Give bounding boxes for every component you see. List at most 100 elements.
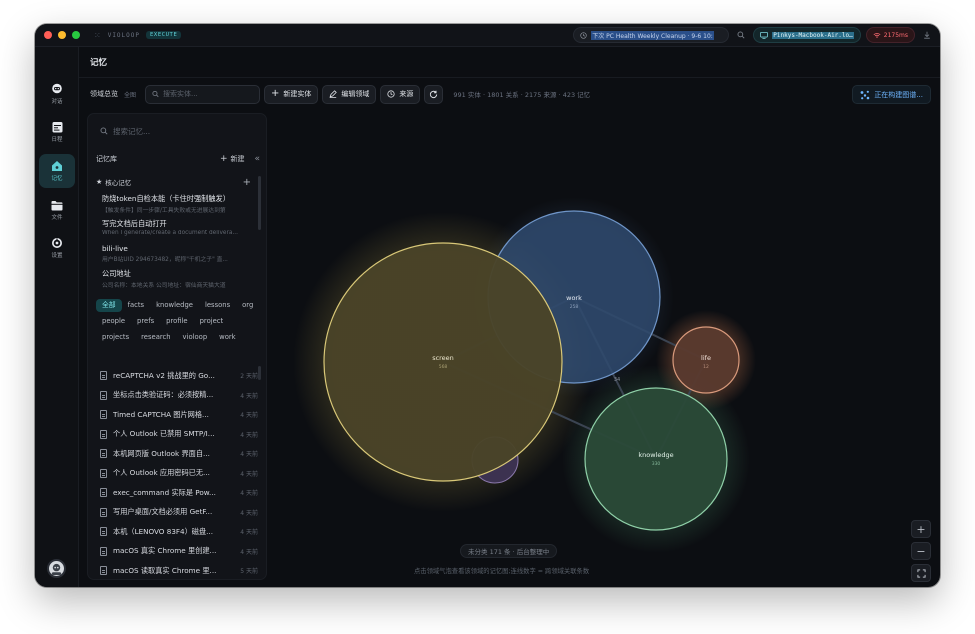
tag-prefs[interactable]: prefs: [131, 315, 160, 328]
rail-label-files: 文件: [51, 215, 63, 221]
close-window-button[interactable]: [44, 31, 52, 39]
tag-work[interactable]: work: [213, 331, 241, 344]
document-icon: [100, 488, 107, 498]
zoom-out-button[interactable]: −: [911, 542, 931, 560]
memory-title: 坐标点击类验证码：必须按精...: [113, 390, 214, 400]
tag-facts[interactable]: facts: [122, 299, 151, 312]
memory-title: 本机（LENOVO 83F4）磁盘...: [113, 526, 214, 536]
search-icon: [152, 90, 159, 98]
list-item[interactable]: 本机（LENOVO 83F4）磁盘... 4 天前: [100, 522, 258, 542]
star-icon: ★: [96, 178, 103, 186]
collapse-panel-icon[interactable]: «: [254, 154, 260, 164]
domain-overview-label: 领域总览: [90, 90, 118, 98]
new-memory-label: 新建: [230, 155, 245, 163]
tag-research[interactable]: research: [135, 331, 176, 344]
list-item[interactable]: reCAPTCHA v2 挑战里的 Go... 2 天前: [100, 366, 258, 386]
core-memory-title-text: 写完文档后自动打开: [102, 219, 167, 228]
list-item[interactable]: 写用户桌面/文档必须用 GetF... 4 天前: [100, 503, 258, 523]
memory-time: 4 天前: [240, 548, 258, 556]
core-memory-item[interactable]: 写完文档后自动打开 When I generate/create a docum…: [102, 219, 250, 244]
memory-title: 本机网页版 Outlook 界面自...: [113, 448, 210, 458]
search-icon[interactable]: [734, 28, 748, 42]
user-avatar[interactable]: [47, 559, 66, 578]
memory-time: 4 天前: [240, 470, 258, 478]
list-item[interactable]: 个人 Outlook 应用密码已无... 4 天前: [100, 464, 258, 484]
file-list-scrollbar[interactable]: [258, 366, 261, 380]
core-memory-title-text: 公司地址: [102, 269, 131, 278]
tag-people[interactable]: people: [96, 315, 131, 328]
memory-time: 2 天前: [240, 373, 258, 381]
rail-item-memory[interactable]: 记忆: [39, 154, 75, 188]
plus-icon: +: [916, 522, 926, 536]
building-graph-label: 正在构建图谱...: [874, 90, 923, 99]
node-count-life: 12: [703, 364, 709, 370]
uncategorized-status: 未分类 171 条 · 后台整理中: [460, 544, 558, 558]
list-item[interactable]: 坐标点击类验证码：必须按精... 4 天前: [100, 386, 258, 406]
core-memory-snippet: 【触发条件】同一步骤/工具失败或无进展达到第: [102, 208, 226, 214]
memory-search-input[interactable]: [113, 126, 243, 136]
new-memory-button[interactable]: + 新建: [220, 154, 245, 164]
list-item[interactable]: 个人 Outlook 已禁用 SMTP/I... 4 天前: [100, 425, 258, 445]
building-graph-button[interactable]: 正在构建图谱...: [852, 85, 931, 104]
memory-title: 写用户桌面/文档必须用 GetF...: [113, 507, 213, 517]
domain-graph-svg[interactable]: 34 work 258 screen 568 life 12 knowledge…: [271, 112, 940, 587]
memory-search-box[interactable]: [96, 122, 260, 140]
document-icon: [100, 566, 107, 576]
list-item[interactable]: Timed CAPTCHA 图片网格... 4 天前: [100, 405, 258, 425]
brand-name: VIOLOOP: [107, 31, 140, 39]
core-list-scrollbar[interactable]: [258, 176, 261, 230]
core-memory-snippet: 用户B站UID 294673482，昵称"千机之子" 直...: [102, 257, 228, 263]
domain-bubble-knowledge[interactable]: [584, 387, 728, 531]
refresh-button[interactable]: [424, 84, 444, 104]
rail-item-settings[interactable]: 设置: [39, 231, 75, 265]
scope-label[interactable]: 全图: [124, 90, 136, 99]
core-memory-item[interactable]: 防烧token自检本能（卡住时强制触发） 【触发条件】同一步骤/工具失败或无进展…: [102, 194, 250, 219]
source-button[interactable]: 来源: [380, 84, 421, 104]
list-item[interactable]: exec_command 实际是 Pow... 4 天前: [100, 483, 258, 503]
rail-item-files[interactable]: 文件: [39, 193, 75, 227]
download-icon[interactable]: [920, 28, 934, 42]
list-item[interactable]: macOS 真实 Chrome 里创建... 4 天前: [100, 542, 258, 562]
minimize-window-button[interactable]: [58, 31, 66, 39]
node-label-screen: screen: [432, 354, 454, 362]
rail-item-calendar[interactable]: 日程: [39, 115, 75, 149]
execute-badge: EXECUTE: [146, 31, 182, 39]
rail-item-chat[interactable]: 对话: [39, 77, 75, 111]
latency-pill[interactable]: 2175ms: [865, 27, 915, 43]
new-entity-button[interactable]: + 新建实体: [264, 84, 319, 104]
grip-icon: ⁙: [94, 30, 102, 40]
tag-org[interactable]: org: [236, 299, 259, 312]
core-memory-item[interactable]: bili-live 用户B站UID 294673482，昵称"千机之子" 直..…: [102, 244, 250, 269]
tag-all[interactable]: 全部: [96, 299, 122, 312]
zoom-in-button[interactable]: +: [911, 520, 931, 538]
entity-search-box[interactable]: [145, 84, 261, 104]
maximize-window-button[interactable]: [72, 31, 80, 39]
domain-bubble-screen[interactable]: [323, 242, 563, 482]
tag-lessons[interactable]: lessons: [199, 299, 236, 312]
list-item[interactable]: macOS 读取真实 Chrome 里... 5 天前: [100, 561, 258, 579]
tag-profile[interactable]: profile: [160, 315, 193, 328]
edit-domain-button[interactable]: 编辑领域: [322, 84, 377, 104]
tag-knowledge[interactable]: knowledge: [150, 299, 199, 312]
node-label-work: work: [566, 294, 582, 302]
page-title: 记忆: [90, 58, 108, 68]
fit-view-button[interactable]: [911, 564, 931, 582]
edge-count-label: 34: [614, 377, 620, 383]
entity-search-input[interactable]: [163, 90, 254, 98]
scheduled-task-pill[interactable]: 下次 PC Health Weekly Cleanup · 9-6 10:: [573, 27, 730, 43]
settings-icon: [51, 237, 63, 249]
core-memory-snippet: 公司名称：本地关系 公司地址：宿仙商天猫大道: [102, 283, 226, 289]
rail-label-settings: 设置: [51, 253, 63, 259]
core-memory-item[interactable]: 公司地址 公司名称：本地关系 公司地址：宿仙商天猫大道: [102, 269, 250, 294]
add-core-memory-button[interactable]: +: [243, 177, 251, 188]
scheduled-task-text: 下次 PC Health Weekly Cleanup · 9-6 10:: [591, 30, 714, 40]
tag-violoop[interactable]: violoop: [177, 331, 214, 344]
pencil-icon: [329, 90, 338, 98]
tag-project[interactable]: project: [194, 315, 230, 328]
document-icon: [100, 507, 107, 517]
document-icon: [100, 410, 107, 420]
domain-graph-canvas[interactable]: 34 work 258 screen 568 life 12 knowledge…: [271, 112, 940, 587]
tag-projects[interactable]: projects: [96, 331, 135, 344]
host-pill[interactable]: Pinkys-Macbook-Air.lo…: [753, 27, 861, 43]
list-item[interactable]: 本机网页版 Outlook 界面自... 4 天前: [100, 444, 258, 464]
